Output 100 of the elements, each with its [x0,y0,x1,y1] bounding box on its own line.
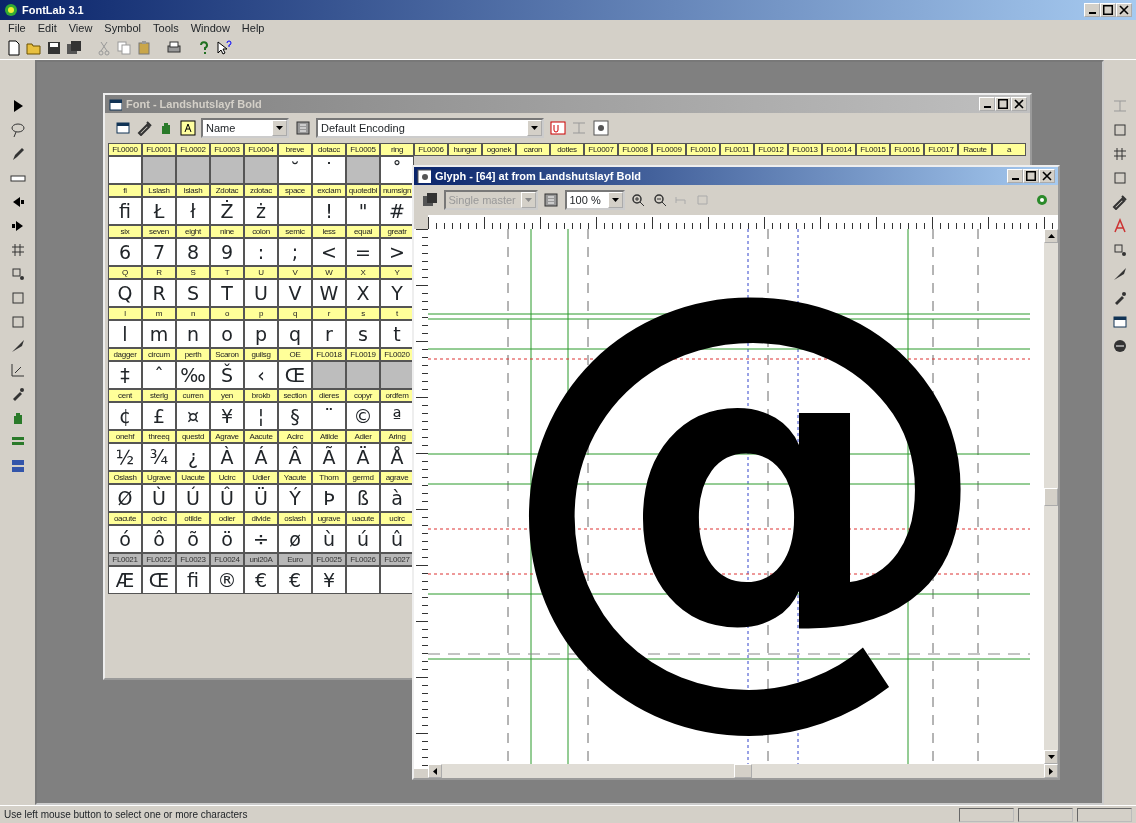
scroll-left-icon[interactable] [433,767,437,775]
close-button[interactable] [1116,3,1132,17]
glyph-cell[interactable]: û [380,525,414,553]
glyph-cell[interactable]: Â [278,443,312,471]
glyph-cell[interactable]: ﬁ [108,197,142,225]
glyph-cell[interactable] [210,156,244,184]
disk-stack-icon[interactable] [66,39,82,56]
glyph-cell[interactable]: ‹ [244,361,278,389]
menu-item[interactable]: Tools [153,19,179,37]
menu-item[interactable]: Help [241,19,265,37]
close-button[interactable] [1039,169,1055,183]
glyph-cell[interactable]: § [278,402,312,430]
print-icon[interactable] [166,39,182,56]
glyph-cell[interactable]: Y [380,279,414,307]
close-button[interactable] [1011,97,1027,111]
glyph-cell[interactable]: V [278,279,312,307]
glyph-cell[interactable]: ó [108,525,142,553]
glyph-cell[interactable]: € [278,566,312,594]
glyph-cell[interactable]: ‰ [176,361,210,389]
glyph-cell[interactable]: o [210,320,244,348]
glyph-cell[interactable]: < [312,238,346,266]
glyph-cell[interactable]: Á [244,443,278,471]
glyph-cell[interactable]: ö [210,525,244,553]
glyph-cell[interactable]: Ú [176,484,210,512]
encoding-icon[interactable] [294,120,311,136]
glyph-cell[interactable]: T [210,279,244,307]
glyph-cell[interactable]: l [108,320,142,348]
minimize-button[interactable] [1007,169,1023,183]
save-icon[interactable] [46,39,62,56]
square-icon[interactable] [9,290,26,306]
zoom-out-icon[interactable] [651,192,668,208]
scroll-thumb[interactable] [734,764,752,778]
glyph-cell[interactable]: ÷ [244,525,278,553]
glyph-cell[interactable]: ª [380,402,414,430]
glyph-cell[interactable]: n [176,320,210,348]
glyph-cell[interactable] [108,156,142,184]
glyph-cell[interactable]: ô [142,525,176,553]
glyph-cell[interactable]: W [312,279,346,307]
glyph-cell[interactable]: Ż [210,197,244,225]
context-help-icon[interactable] [216,39,232,56]
minimize-button[interactable] [979,97,995,111]
glyph-cell[interactable] [346,156,380,184]
grid-icon[interactable] [1112,146,1128,162]
glyph-cell[interactable]: À [210,443,244,471]
encoding-icon[interactable] [543,192,559,208]
menu-item[interactable]: File [8,19,26,37]
glyph-cell[interactable]: p [244,320,278,348]
glyph-cell[interactable]: ˘ [278,156,312,184]
glyph-cell[interactable]: Ł [142,197,176,225]
glyph-cell[interactable]: Ý [278,484,312,512]
scroll-right-icon[interactable] [1049,767,1053,775]
maximize-button[interactable] [995,97,1011,111]
glyph-cell[interactable]: Œ [278,361,312,389]
glyph-cell[interactable]: S [176,279,210,307]
glyph-cell[interactable]: à [380,484,414,512]
menu-item[interactable]: Edit [37,19,57,37]
glyph-cell[interactable]: ¤ [176,402,210,430]
glyph-cell[interactable]: > [380,238,414,266]
glyph-cell[interactable]: ® [210,566,244,594]
menu-item[interactable]: Symbol [104,19,142,37]
font-icon[interactable] [179,120,196,136]
glyph-cell[interactable] [312,361,346,389]
glyph-cell[interactable]: ; [278,238,312,266]
encoding-dropdown[interactable]: Default Encoding [316,118,544,138]
glyph-cell[interactable]: : [244,238,278,266]
vertical-scrollbar[interactable] [1044,229,1058,764]
glyph-cell[interactable]: X [346,279,380,307]
layers-icon[interactable] [9,458,26,474]
scroll-up-icon[interactable] [1047,234,1055,238]
zoom-in-icon[interactable] [630,192,646,208]
table-icon[interactable] [1112,314,1128,330]
glyph-cell[interactable]: Ø [108,484,142,512]
scroll-thumb[interactable] [1044,487,1058,506]
glyph-cell[interactable]: Ä [346,443,380,471]
glyph-cell[interactable]: ˆ [142,361,176,389]
glyph-cell[interactable]: ¿ [176,443,210,471]
glyph-cell[interactable]: r [312,320,346,348]
glyph-cell[interactable]: R [142,279,176,307]
glyph-cell[interactable]: ¦ [244,402,278,430]
glyph-cell[interactable]: q [278,320,312,348]
glyph-cell[interactable] [346,566,380,594]
horizontal-scrollbar[interactable] [428,764,1058,778]
glyph-cell[interactable]: ‡ [108,361,142,389]
glyph-cell[interactable]: Q [108,279,142,307]
maximize-button[interactable] [1023,169,1039,183]
lasso-icon[interactable] [9,122,26,138]
grid-icon[interactable] [9,242,26,258]
glyph-cell[interactable]: £ [142,402,176,430]
node-icon[interactable] [9,266,26,282]
glyph-cell[interactable]: Û [210,484,244,512]
glyph-cell[interactable]: 7 [142,238,176,266]
glyph-cell[interactable]: Š [210,361,244,389]
unicode-icon[interactable] [549,120,566,136]
glyph-cell[interactable]: ˚ [380,156,414,184]
menu-item[interactable]: View [68,19,93,37]
glyph-cell[interactable]: Œ [142,566,176,594]
square-icon[interactable] [1112,170,1128,186]
glyph-cell[interactable]: ø [278,525,312,553]
glyph-cell[interactable] [244,156,278,184]
glyph-cell[interactable]: ¾ [142,443,176,471]
